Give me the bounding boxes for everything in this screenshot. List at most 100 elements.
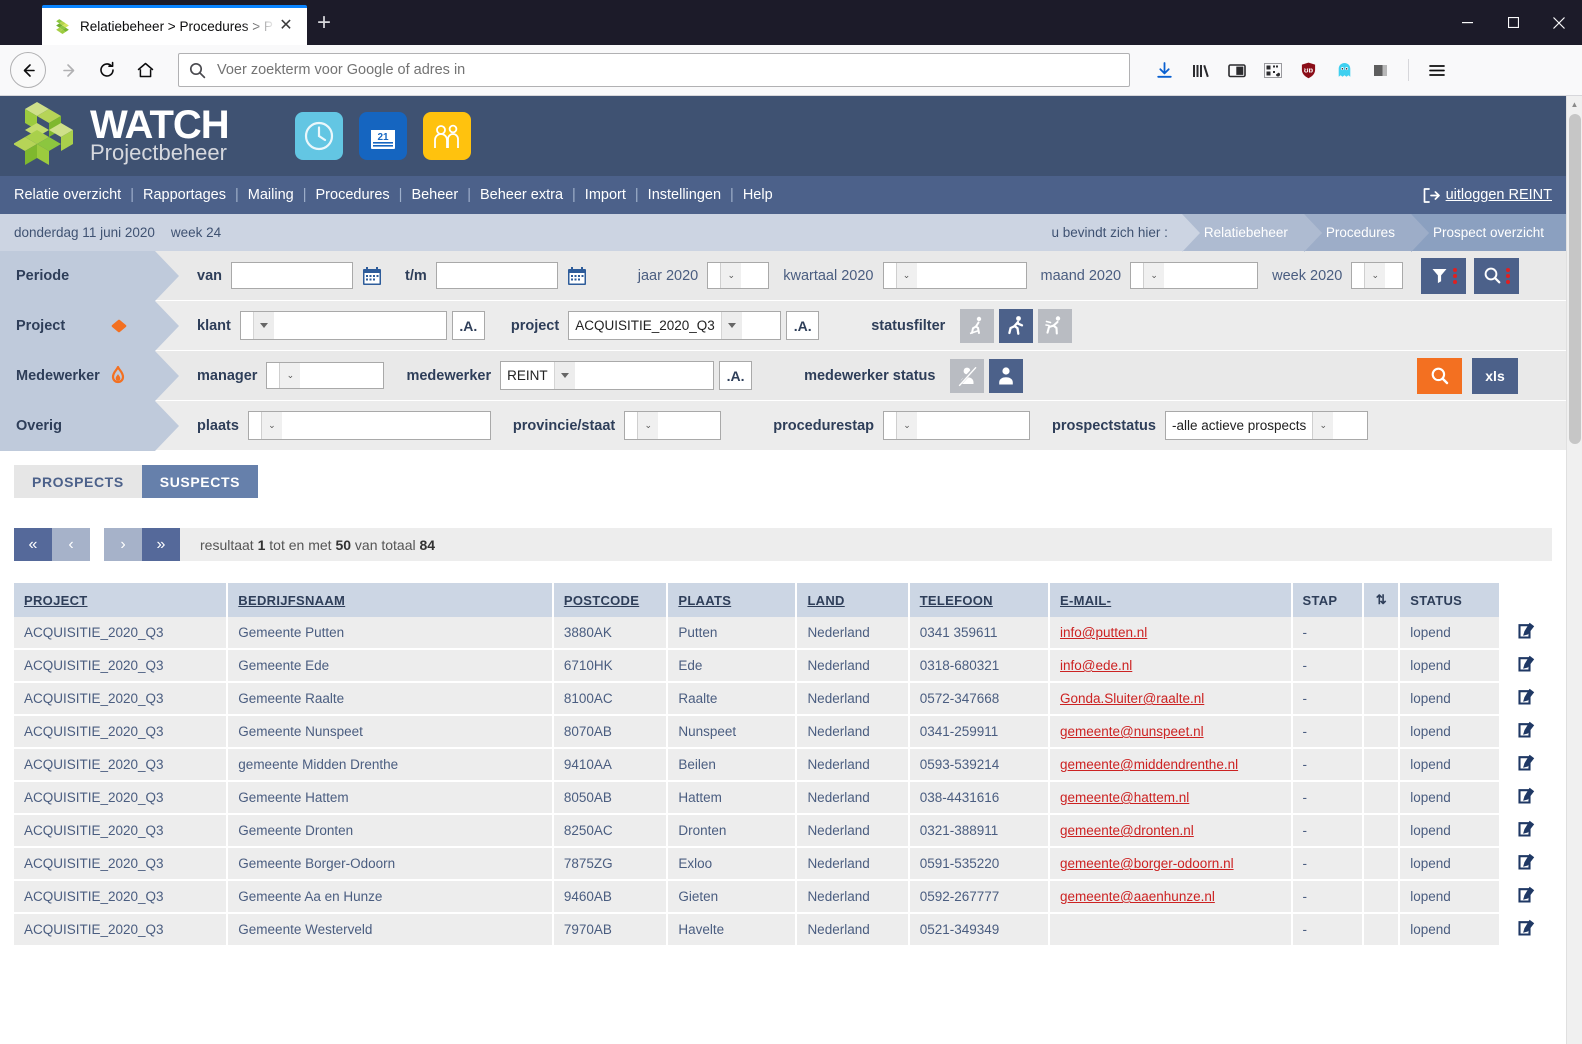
menu-item-mailing[interactable]: Mailing xyxy=(248,187,294,203)
menu-item-beheer-extra[interactable]: Beheer extra xyxy=(480,187,563,203)
project-az-button[interactable]: .A. xyxy=(786,311,820,340)
logout-button[interactable]: uitloggen REINT xyxy=(1422,187,1552,204)
email-link[interactable]: Gonda.Sluiter@raalte.nl xyxy=(1060,691,1204,706)
table-row[interactable]: ACQUISITIE_2020_Q3 Gemeente Raalte 8100AC R… xyxy=(14,682,1552,716)
breadcrumb-item-procedures[interactable]: Procedures xyxy=(1303,214,1430,252)
column-header-plaats[interactable]: PLAATS xyxy=(667,583,798,617)
cell-email[interactable]: gemeente@aaenhunze.nl xyxy=(1049,880,1293,914)
page-first-button[interactable]: « xyxy=(14,528,52,561)
sidebar-icon[interactable] xyxy=(1220,53,1253,87)
column-header-land[interactable]: LAND xyxy=(796,583,910,617)
edit-icon[interactable] xyxy=(1517,819,1537,842)
periode-van-input[interactable] xyxy=(231,262,353,289)
table-row[interactable]: ACQUISITIE_2020_Q3 Gemeente Westerveld 797… xyxy=(14,913,1552,947)
table-row[interactable]: ACQUISITIE_2020_Q3 Gemeente Dronten 8250AC… xyxy=(14,814,1552,848)
plaats-select[interactable]: ⌄ xyxy=(247,411,491,440)
cell-email[interactable]: Gonda.Sluiter@raalte.nl xyxy=(1049,682,1293,716)
column-header-postcode[interactable]: POSTCODE xyxy=(552,583,669,617)
hamburger-menu-icon[interactable] xyxy=(1420,53,1453,87)
cell-email[interactable]: info@ede.nl xyxy=(1049,649,1293,683)
app-logo[interactable]: WATCH Projectbeheer xyxy=(14,100,230,172)
email-link[interactable]: gemeente@middendrenthe.nl xyxy=(1060,757,1238,772)
tab-prospects[interactable]: PROSPECTS xyxy=(14,465,142,498)
cell-email[interactable]: gemeente@nunspeet.nl xyxy=(1049,715,1293,749)
email-link[interactable]: info@putten.nl xyxy=(1060,625,1147,640)
screenshot-icon[interactable] xyxy=(1364,53,1397,87)
cell-email[interactable]: gemeente@dronten.nl xyxy=(1049,814,1293,848)
table-row[interactable]: ACQUISITIE_2020_Q3 Gemeente Nunspeet 8070A… xyxy=(14,715,1552,749)
browser-tab[interactable]: Relatiebeheer > Procedures > P ✕ xyxy=(42,5,307,45)
table-row[interactable]: ACQUISITIE_2020_Q3 Gemeente Ede 6710HK Ede N… xyxy=(14,649,1552,683)
statusfilter-walking-slow-icon[interactable] xyxy=(960,308,995,343)
page-scrollbar[interactable]: ▲ xyxy=(1566,96,1582,1044)
edit-icon[interactable] xyxy=(1517,753,1537,776)
column-header-project[interactable]: PROJECT xyxy=(14,583,229,617)
maand-select[interactable]: ⌄ xyxy=(1130,262,1259,289)
email-link[interactable]: info@ede.nl xyxy=(1060,658,1132,673)
menu-item-rapportages[interactable]: Rapportages xyxy=(143,187,226,203)
kwartaal-select[interactable]: ⌄ xyxy=(882,262,1027,289)
scroll-up-arrow-icon[interactable]: ▲ xyxy=(1567,96,1582,112)
close-button[interactable] xyxy=(1536,0,1582,45)
prospectstatus-select[interactable]: -alle actieve prospects ⌄ xyxy=(1164,411,1368,440)
table-row[interactable]: ACQUISITIE_2020_Q3 Gemeente Borger-Odoorn… xyxy=(14,847,1552,881)
home-icon[interactable] xyxy=(126,51,164,89)
ghostery-icon[interactable] xyxy=(1328,53,1361,87)
project-combo[interactable]: ACQUISITIE_2020_Q3 xyxy=(568,311,782,340)
menu-item-help[interactable]: Help xyxy=(743,187,773,203)
edit-icon[interactable] xyxy=(1517,687,1537,710)
minimize-button[interactable] xyxy=(1444,0,1490,45)
email-link[interactable]: gemeente@hattem.nl xyxy=(1060,790,1189,805)
edit-icon[interactable] xyxy=(1517,852,1537,875)
medewerker-status-active-icon[interactable] xyxy=(989,358,1024,393)
tab-close-icon[interactable]: ✕ xyxy=(276,17,296,37)
downloads-icon[interactable] xyxy=(1148,53,1181,87)
scrollbar-thumb[interactable] xyxy=(1569,114,1581,444)
menu-item-procedures[interactable]: Procedures xyxy=(316,187,390,203)
edit-icon[interactable] xyxy=(1517,885,1537,908)
cell-email[interactable]: gemeente@middendrenthe.nl xyxy=(1049,748,1293,782)
klant-combo[interactable] xyxy=(239,311,447,340)
email-link[interactable]: gemeente@aaenhunze.nl xyxy=(1060,889,1215,904)
manager-select[interactable]: ⌄ xyxy=(266,362,385,389)
table-row[interactable]: ACQUISITIE_2020_Q3 gemeente Midden Drenth… xyxy=(14,748,1552,782)
medewerker-search-button[interactable] xyxy=(1417,357,1462,394)
people-group-icon[interactable] xyxy=(422,112,471,160)
breadcrumb-item-relatiebeheer[interactable]: Relatiebeheer xyxy=(1181,214,1322,252)
orange-flame-icon[interactable] xyxy=(108,365,128,387)
orange-diamond-icon[interactable] xyxy=(107,316,131,336)
jaar-select[interactable]: ⌄ xyxy=(707,262,770,289)
calendar-21-icon[interactable]: 21 xyxy=(358,112,407,160)
klant-az-button[interactable]: .A. xyxy=(451,311,485,340)
email-link[interactable]: gemeente@dronten.nl xyxy=(1060,823,1194,838)
statusfilter-running-icon[interactable] xyxy=(999,308,1034,343)
medewerker-az-button[interactable]: .A. xyxy=(719,361,753,390)
week-select[interactable]: ⌄ xyxy=(1351,262,1404,289)
menu-item-relatie-overzicht[interactable]: Relatie overzicht xyxy=(14,187,121,203)
export-xls-button[interactable]: xls xyxy=(1472,357,1518,394)
email-link[interactable]: gemeente@borger-odoorn.nl xyxy=(1060,856,1234,871)
calendar-picker-icon-van[interactable] xyxy=(361,265,383,287)
tab-suspects[interactable]: SUSPECTS xyxy=(141,465,259,498)
email-link[interactable]: gemeente@nunspeet.nl xyxy=(1060,724,1204,739)
maximize-button[interactable] xyxy=(1490,0,1536,45)
clock-icon[interactable] xyxy=(294,112,343,160)
edit-icon[interactable] xyxy=(1517,918,1537,941)
periode-search-button[interactable] xyxy=(1474,257,1520,294)
column-header-sort-icon[interactable]: ⇅ xyxy=(1363,583,1401,617)
qr-pocket-icon[interactable] xyxy=(1256,53,1289,87)
page-last-button[interactable]: » xyxy=(142,528,180,561)
medewerker-status-inactive-icon[interactable] xyxy=(950,358,985,393)
table-row[interactable]: ACQUISITIE_2020_Q3 Gemeente Hattem 8050AB H… xyxy=(14,781,1552,815)
back-arrow-icon[interactable] xyxy=(10,52,46,88)
periode-tm-input[interactable] xyxy=(435,262,558,289)
edit-icon[interactable] xyxy=(1517,786,1537,809)
filter-funnel-button[interactable] xyxy=(1421,257,1467,294)
ublock-shield-icon[interactable]: ʊɒ xyxy=(1292,53,1325,87)
statusfilter-sprinting-icon[interactable] xyxy=(1038,308,1073,343)
page-prev-button[interactable]: ‹ xyxy=(52,528,90,561)
edit-icon[interactable] xyxy=(1517,720,1537,743)
calendar-picker-icon-tm[interactable] xyxy=(566,265,588,287)
page-next-button[interactable]: › xyxy=(104,528,142,561)
medewerker-combo[interactable]: REINT xyxy=(500,361,715,390)
